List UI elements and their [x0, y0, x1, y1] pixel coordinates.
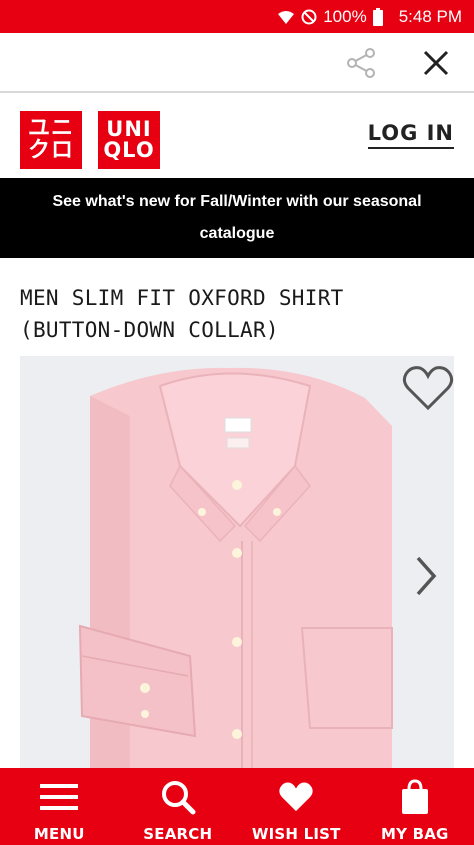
- nav-bag-label: MY BAG: [380, 825, 449, 843]
- chevron-right-icon: [416, 556, 437, 596]
- battery-icon: [372, 7, 383, 26]
- search-icon: [161, 781, 196, 815]
- menu-icon: [40, 784, 79, 810]
- nav-search-label: SEARCH: [143, 825, 213, 843]
- product-title-line1: MEN SLIM FIT OXFORD SHIRT: [20, 286, 344, 310]
- close-button[interactable]: [418, 45, 454, 81]
- uniqlo-logo-latin[interactable]: UNI QLO: [98, 111, 160, 169]
- bottom-nav: MENU SEARCH WISH LIST MY BAG: [0, 768, 474, 845]
- logo-katakana-top: ユニ: [27, 116, 74, 141]
- nav-bag[interactable]: MY BAG: [356, 768, 474, 845]
- close-icon: [423, 50, 449, 76]
- action-bar: [0, 33, 474, 93]
- next-image-button[interactable]: [414, 554, 438, 598]
- bag-icon: [401, 779, 428, 814]
- logo-latin-bottom: QLO: [103, 138, 155, 162]
- share-icon: [347, 48, 375, 78]
- logo-latin-top: UNI: [106, 117, 152, 141]
- share-button[interactable]: [343, 45, 379, 81]
- product-title: MEN SLIM FIT OXFORD SHIRT (BUTTON-DOWN C…: [20, 282, 460, 346]
- wishlist-heart-button[interactable]: [402, 364, 454, 412]
- nav-search[interactable]: SEARCH: [119, 768, 238, 845]
- product-title-line2: (BUTTON-DOWN COLLAR): [20, 318, 279, 342]
- login-link[interactable]: LOG IN: [367, 121, 454, 149]
- heart-outline-icon: [402, 366, 454, 411]
- nav-wishlist-label: WISH LIST: [251, 825, 341, 843]
- wifi-icon: [277, 9, 295, 25]
- product-image[interactable]: [20, 356, 454, 770]
- promo-banner[interactable]: See what's new for Fall/Winter with our …: [0, 178, 474, 258]
- status-time: 5:48 PM: [398, 6, 462, 26]
- do-not-disturb-icon: [301, 9, 317, 25]
- heart-icon: [279, 782, 313, 812]
- status-bar: 100% 5:48 PM: [0, 0, 474, 33]
- nav-menu[interactable]: MENU: [0, 768, 119, 845]
- promo-text: See what's new for Fall/Winter with our …: [52, 193, 422, 242]
- logo-katakana-bottom: クロ: [27, 138, 74, 163]
- nav-wishlist[interactable]: WISH LIST: [237, 768, 356, 845]
- shirt-image: [78, 367, 393, 770]
- battery-percent: 100%: [323, 6, 367, 26]
- uniqlo-logo-katakana[interactable]: ユニ クロ: [20, 111, 82, 169]
- brand-header: ユニ クロ UNI QLO LOG IN: [0, 95, 474, 179]
- nav-menu-label: MENU: [33, 825, 85, 843]
